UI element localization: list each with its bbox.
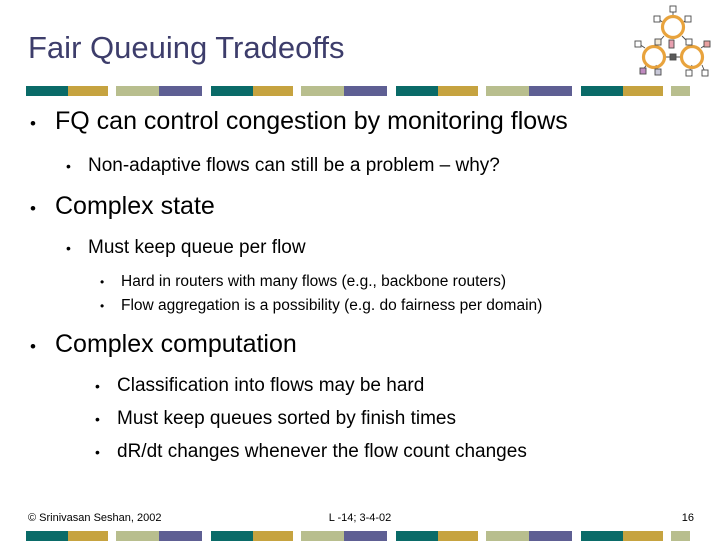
footer-page-number: 16 <box>681 512 694 524</box>
bullet-level4: • Hard in routers with many flows (e.g.,… <box>0 270 720 294</box>
top-color-bar <box>26 86 690 96</box>
bullet-text: dR/dt changes whenever the flow count ch… <box>117 441 527 462</box>
color-seg-gold <box>68 86 108 96</box>
bullet-level3: • Classification into flows may be hard <box>0 372 720 400</box>
color-seg-teal <box>26 86 68 96</box>
color-seg-gap <box>202 86 211 96</box>
bullet-level1: • Complex computation <box>0 327 720 364</box>
ring-node-left <box>641 44 667 70</box>
color-seg-slate <box>159 86 202 96</box>
bullet-level2: • Must keep queue per flow <box>0 234 720 262</box>
bullet-marker-icon: • <box>30 337 36 356</box>
bullet-text: Complex state <box>55 192 215 220</box>
network-rings-svg <box>634 5 711 77</box>
bullet-marker-icon: • <box>66 240 71 256</box>
color-seg-gold <box>623 86 663 96</box>
color-seg-sage <box>301 86 344 96</box>
bullet-level2: • Non-adaptive flows can still be a prob… <box>0 152 720 180</box>
color-seg-gap <box>108 86 116 96</box>
bullet-text: Must keep queue per flow <box>88 237 306 258</box>
color-seg-gap <box>478 86 486 96</box>
slide-body: • FQ can control congestion by monitorin… <box>0 100 720 466</box>
color-seg-slate <box>529 86 572 96</box>
bullet-marker-icon: • <box>100 275 105 289</box>
color-seg-sage <box>116 86 159 96</box>
bullet-level3: • Must keep queues sorted by finish time… <box>0 405 720 433</box>
ring-node-right <box>679 44 705 70</box>
bullet-marker-icon: • <box>30 114 36 133</box>
bullet-text: Flow aggregation is a possibility (e.g. … <box>121 297 543 314</box>
bullet-text: Hard in routers with many flows (e.g., b… <box>121 273 507 290</box>
bullet-level1: • FQ can control congestion by monitorin… <box>0 104 720 141</box>
color-seg-teal <box>211 86 253 96</box>
footer-lecture-id: L -14; 3-4-02 <box>328 512 392 524</box>
color-seg-gap <box>293 86 301 96</box>
slide-canvas: Fair Queuing Tradeoffs • FQ can control … <box>0 0 720 541</box>
slide-footer: © Srinivasan Seshan, 2002 L -14; 3-4-02 … <box>0 511 720 527</box>
color-seg-slate <box>344 86 387 96</box>
bullet-marker-icon: • <box>66 158 71 174</box>
bullet-level4: • Flow aggregation is a possibility (e.g… <box>0 294 720 318</box>
color-seg-sage <box>671 86 690 96</box>
color-seg-gap <box>663 86 671 96</box>
color-seg-teal <box>581 86 623 96</box>
ring-node-top <box>660 14 686 40</box>
color-seg-gold <box>253 86 293 96</box>
bullet-text: Complex computation <box>55 330 297 358</box>
bullet-text: FQ can control congestion by monitoring … <box>55 107 568 135</box>
bullet-text: Non-adaptive flows can still be a proble… <box>88 155 500 176</box>
color-seg-sage <box>486 86 529 96</box>
bullet-marker-icon: • <box>95 411 100 427</box>
color-seg-gap <box>387 86 396 96</box>
network-rings-clipart <box>628 2 718 84</box>
bullet-marker-icon: • <box>100 299 105 313</box>
slide-title: Fair Queuing Tradeoffs <box>28 30 345 65</box>
bullet-level3: • dR/dt changes whenever the flow count … <box>0 438 720 466</box>
bullet-marker-icon: • <box>95 378 100 394</box>
bullet-text: Classification into flows may be hard <box>117 375 425 396</box>
bullet-marker-icon: • <box>95 444 100 460</box>
bullet-text: Must keep queues sorted by finish times <box>117 408 457 429</box>
color-seg-teal <box>396 86 438 96</box>
color-seg-gold <box>438 86 478 96</box>
bullet-level1: • Complex state <box>0 189 720 226</box>
color-seg-gap <box>572 86 581 96</box>
bullet-marker-icon: • <box>30 199 36 218</box>
